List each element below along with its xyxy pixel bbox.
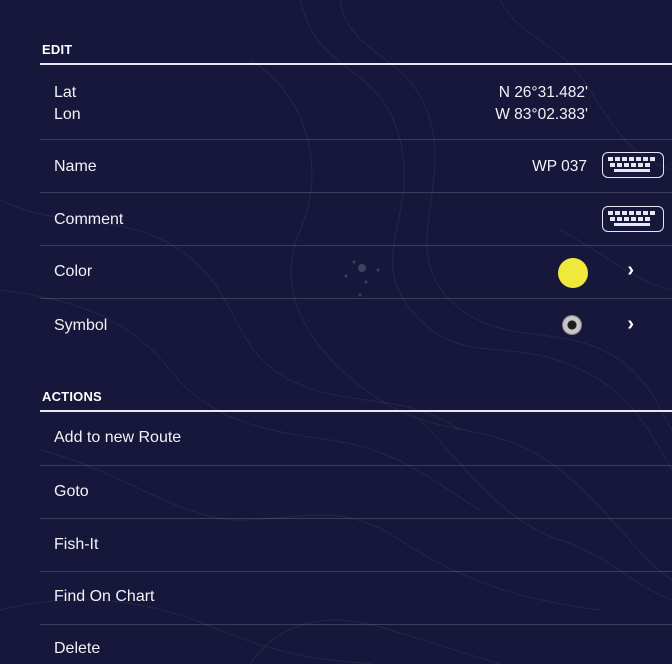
color-row[interactable]: Color › <box>40 246 672 299</box>
edit-header-label: EDIT <box>42 42 73 57</box>
actions-section-header: ACTIONS <box>40 388 672 412</box>
circle-marker-icon <box>563 316 581 334</box>
action-label: Add to new Route <box>54 429 182 446</box>
comment-row[interactable]: Comment <box>40 193 672 246</box>
action-goto[interactable]: Goto <box>40 466 672 519</box>
symbol-label: Symbol <box>54 317 108 334</box>
action-label: Delete <box>54 640 101 657</box>
name-label: Name <box>54 158 97 175</box>
action-label: Fish-It <box>54 536 99 553</box>
color-label: Color <box>54 263 93 280</box>
position-row[interactable]: Lat Lon N 26°31.482' W 83°02.383' <box>40 65 672 140</box>
name-row[interactable]: Name WP 037 <box>40 140 672 193</box>
action-fish-it[interactable]: Fish-It <box>40 519 672 572</box>
action-label: Goto <box>54 483 89 500</box>
actions-header-label: ACTIONS <box>42 389 102 404</box>
action-label: Find On Chart <box>54 588 155 605</box>
lat-label: Lat <box>54 84 77 101</box>
color-swatch <box>558 258 588 288</box>
lat-value: N 26°31.482' <box>498 84 588 101</box>
comment-label: Comment <box>54 211 124 228</box>
name-value: WP 037 <box>532 158 587 175</box>
lon-label: Lon <box>54 106 81 123</box>
action-find-on-chart[interactable]: Find On Chart <box>40 572 672 625</box>
action-add-to-new-route[interactable]: Add to new Route <box>40 412 672 466</box>
chevron-right-icon: › <box>627 313 634 335</box>
chevron-right-icon: › <box>627 259 634 281</box>
waypoint-edit-panel: EDIT Lat Lon N 26°31.482' W 83°02.383' N… <box>0 0 672 664</box>
lon-value: W 83°02.383' <box>495 106 588 123</box>
keyboard-icon[interactable] <box>602 152 664 178</box>
symbol-row[interactable]: Symbol › <box>40 299 672 352</box>
keyboard-icon[interactable] <box>602 206 664 232</box>
edit-section-header: EDIT <box>40 41 672 65</box>
action-delete[interactable]: Delete <box>40 625 672 664</box>
